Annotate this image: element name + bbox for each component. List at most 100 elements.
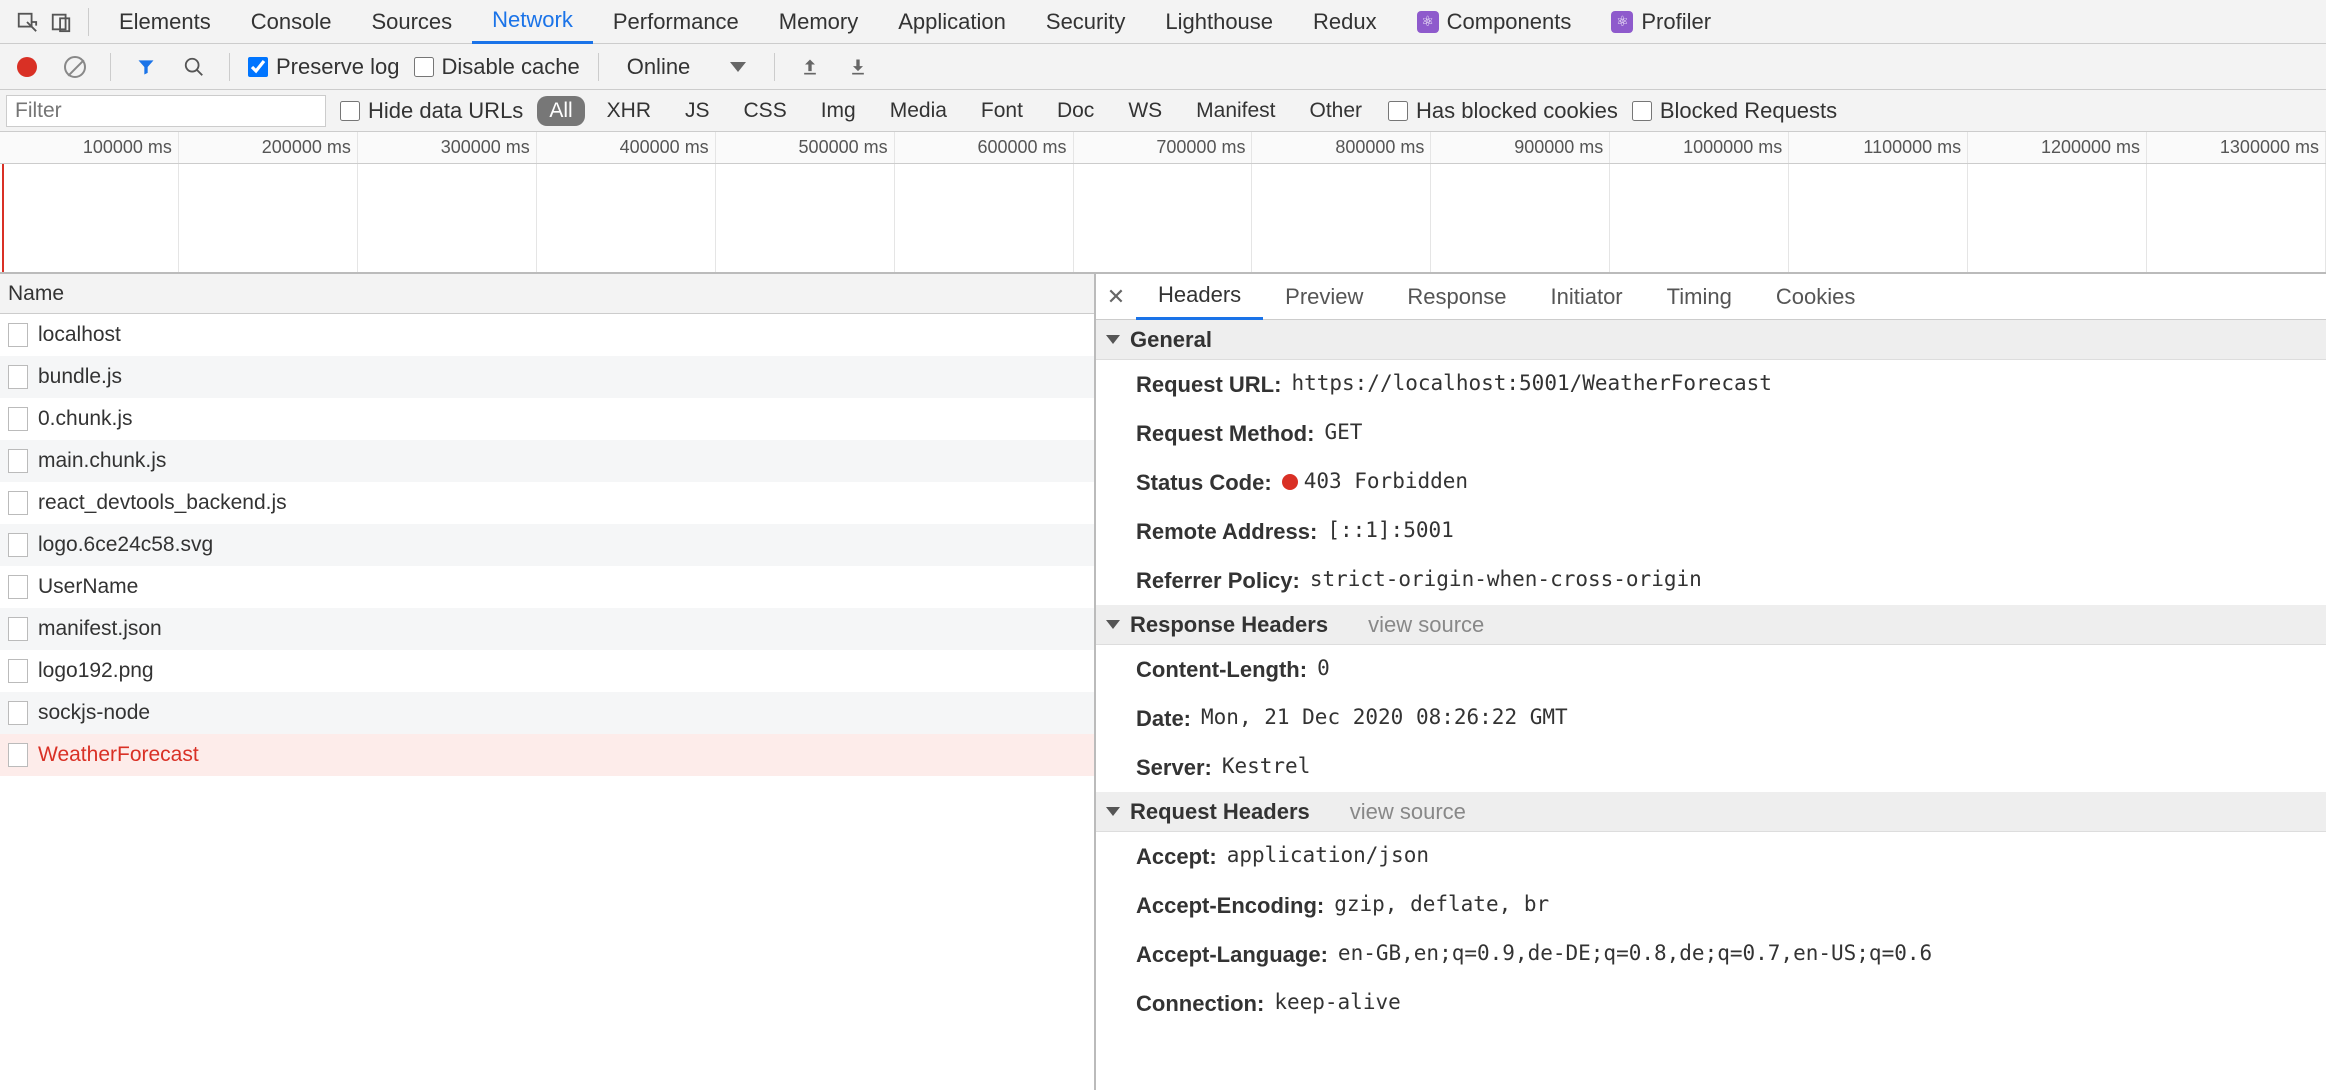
hide-data-urls-checkbox[interactable]: Hide data URLs — [340, 98, 523, 124]
upload-har-icon[interactable] — [793, 50, 827, 84]
request-row[interactable]: localhost — [0, 314, 1094, 356]
throttling-select[interactable]: Online — [617, 50, 757, 84]
divider — [598, 53, 599, 81]
filter-type-doc[interactable]: Doc — [1045, 96, 1106, 126]
timeline-tick: 100000 ms — [0, 132, 179, 163]
close-detail-button[interactable]: ✕ — [1096, 284, 1136, 310]
tab-sources[interactable]: Sources — [351, 0, 472, 44]
view-source-link[interactable]: view source — [1350, 799, 1466, 825]
has-blocked-cookies-checkbox[interactable]: Has blocked cookies — [1388, 98, 1618, 124]
file-icon — [8, 659, 28, 683]
filter-type-img[interactable]: Img — [809, 96, 868, 126]
column-name-label: Name — [8, 282, 64, 306]
request-row[interactable]: bundle.js — [0, 356, 1094, 398]
tab-performance[interactable]: Performance — [593, 0, 759, 44]
detail-tab-timing[interactable]: Timing — [1645, 274, 1754, 320]
section-header[interactable]: General — [1096, 320, 2326, 360]
download-har-icon[interactable] — [841, 50, 875, 84]
tab-lighthouse[interactable]: Lighthouse — [1145, 0, 1293, 44]
request-row[interactable]: WeatherForecast — [0, 734, 1094, 776]
filter-toggle-icon[interactable] — [129, 50, 163, 84]
timeline-overview[interactable] — [0, 164, 2326, 274]
header-key: Date: — [1136, 702, 1191, 735]
request-list: localhostbundle.js0.chunk.jsmain.chunk.j… — [0, 314, 1094, 1090]
timeline-cell — [358, 164, 537, 272]
timeline-cell — [1431, 164, 1610, 272]
request-name: logo192.png — [38, 659, 154, 683]
tab-profiler[interactable]: ⚛Profiler — [1591, 0, 1731, 44]
request-row[interactable]: sockjs-node — [0, 692, 1094, 734]
header-row: Status Code:403 Forbidden — [1096, 458, 2326, 507]
request-row[interactable]: main.chunk.js — [0, 440, 1094, 482]
detail-tab-headers[interactable]: Headers — [1136, 274, 1263, 320]
header-key: Server: — [1136, 751, 1212, 784]
disable-cache-checkbox[interactable]: Disable cache — [414, 54, 580, 80]
request-row[interactable]: react_devtools_backend.js — [0, 482, 1094, 524]
file-icon — [8, 407, 28, 431]
detail-tabs: ✕ HeadersPreviewResponseInitiatorTimingC… — [1096, 274, 2326, 320]
filter-type-media[interactable]: Media — [878, 96, 959, 126]
disclosure-triangle-icon — [1106, 335, 1120, 344]
detail-tab-initiator[interactable]: Initiator — [1528, 274, 1644, 320]
record-button[interactable] — [10, 50, 44, 84]
chevron-down-icon — [730, 62, 746, 72]
request-row[interactable]: UserName — [0, 566, 1094, 608]
blocked-requests-checkbox[interactable]: Blocked Requests — [1632, 98, 1837, 124]
tab-redux[interactable]: Redux — [1293, 0, 1397, 44]
detail-tab-cookies[interactable]: Cookies — [1754, 274, 1877, 320]
tab-memory[interactable]: Memory — [759, 0, 878, 44]
tab-label: Performance — [613, 9, 739, 35]
tab-security[interactable]: Security — [1026, 0, 1145, 44]
filter-type-font[interactable]: Font — [969, 96, 1035, 126]
file-icon — [8, 743, 28, 767]
tab-elements[interactable]: Elements — [99, 0, 231, 44]
request-row[interactable]: logo192.png — [0, 650, 1094, 692]
tab-console[interactable]: Console — [231, 0, 352, 44]
section-header[interactable]: Request Headersview source — [1096, 792, 2326, 832]
request-name: logo.6ce24c58.svg — [38, 533, 213, 557]
header-row: Request URL:https://localhost:5001/Weath… — [1096, 360, 2326, 409]
filter-input[interactable] — [6, 95, 326, 127]
timeline-cell — [1789, 164, 1968, 272]
tab-components[interactable]: ⚛Components — [1397, 0, 1592, 44]
file-icon — [8, 617, 28, 641]
header-value: Mon, 21 Dec 2020 08:26:22 GMT — [1201, 702, 1568, 735]
request-name: manifest.json — [38, 617, 162, 641]
device-toolbar-icon[interactable] — [44, 5, 78, 39]
request-row[interactable]: 0.chunk.js — [0, 398, 1094, 440]
filter-type-all[interactable]: All — [537, 96, 584, 126]
timeline-current-marker — [2, 164, 4, 272]
blocked-requests-label: Blocked Requests — [1660, 98, 1837, 124]
filter-type-manifest[interactable]: Manifest — [1184, 96, 1287, 126]
request-row[interactable]: manifest.json — [0, 608, 1094, 650]
search-icon[interactable] — [177, 50, 211, 84]
detail-tab-preview[interactable]: Preview — [1263, 274, 1385, 320]
tab-label: Profiler — [1641, 9, 1711, 35]
preserve-log-checkbox[interactable]: Preserve log — [248, 54, 400, 80]
filter-type-css[interactable]: CSS — [732, 96, 799, 126]
header-row: Referrer Policy:strict-origin-when-cross… — [1096, 556, 2326, 605]
request-list-header[interactable]: Name — [0, 274, 1094, 314]
timeline-ruler[interactable]: 100000 ms200000 ms300000 ms400000 ms5000… — [0, 132, 2326, 164]
clear-button[interactable] — [58, 50, 92, 84]
tab-network[interactable]: Network — [472, 0, 593, 44]
header-value: en-GB,en;q=0.9,de-DE;q=0.8,de;q=0.7,en-U… — [1338, 938, 1932, 971]
timeline-cell — [1074, 164, 1253, 272]
filter-type-other[interactable]: Other — [1298, 96, 1375, 126]
inspect-element-icon[interactable] — [10, 5, 44, 39]
file-icon — [8, 491, 28, 515]
request-row[interactable]: logo.6ce24c58.svg — [0, 524, 1094, 566]
timeline-tick: 1200000 ms — [1968, 132, 2147, 163]
filter-type-js[interactable]: JS — [673, 96, 722, 126]
detail-tab-response[interactable]: Response — [1385, 274, 1528, 320]
divider — [229, 53, 230, 81]
filter-type-ws[interactable]: WS — [1116, 96, 1174, 126]
filter-type-xhr[interactable]: XHR — [595, 96, 663, 126]
tab-application[interactable]: Application — [878, 0, 1026, 44]
view-source-link[interactable]: view source — [1368, 612, 1484, 638]
header-row: Date: Mon, 21 Dec 2020 08:26:22 GMT — [1096, 694, 2326, 743]
disclosure-triangle-icon — [1106, 807, 1120, 816]
timeline-tick: 300000 ms — [358, 132, 537, 163]
timeline-cell — [1252, 164, 1431, 272]
section-header[interactable]: Response Headersview source — [1096, 605, 2326, 645]
